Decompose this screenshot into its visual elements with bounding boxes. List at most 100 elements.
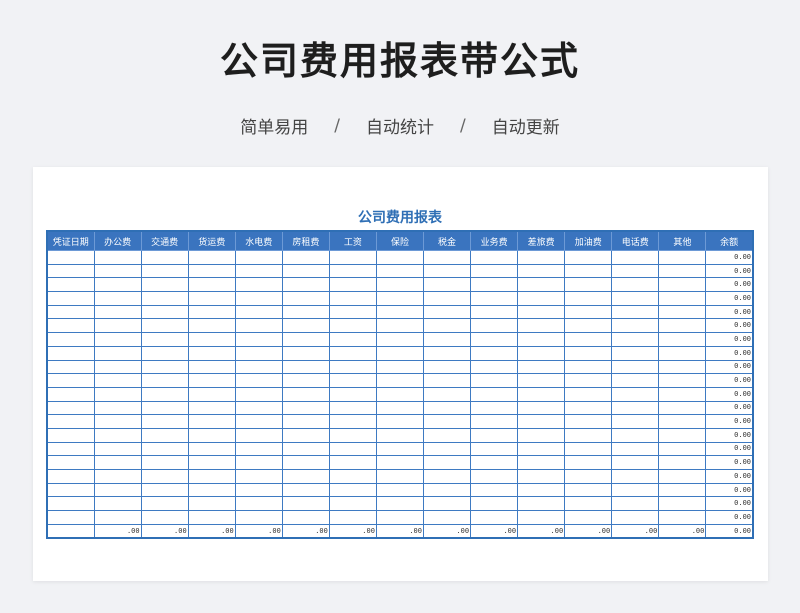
table-cell[interactable] xyxy=(140,291,189,306)
table-cell[interactable] xyxy=(234,345,283,361)
table-cell[interactable] xyxy=(564,510,613,525)
table-cell[interactable] xyxy=(93,373,142,388)
table-cell[interactable] xyxy=(281,469,330,484)
table-cell[interactable] xyxy=(611,318,660,334)
table-cell[interactable] xyxy=(564,455,613,470)
table-cell[interactable] xyxy=(140,427,189,443)
table-cell[interactable] xyxy=(611,250,660,265)
total-balance-cell[interactable]: 0.00 xyxy=(705,523,754,539)
table-cell[interactable] xyxy=(281,427,330,443)
balance-cell[interactable]: 0.00 xyxy=(705,510,754,525)
table-cell[interactable] xyxy=(140,263,189,279)
table-cell[interactable] xyxy=(46,277,95,293)
table-cell[interactable] xyxy=(187,345,236,361)
table-cell[interactable] xyxy=(470,469,519,484)
table-cell[interactable] xyxy=(46,510,95,525)
table-cell[interactable] xyxy=(234,482,283,498)
table-cell[interactable] xyxy=(375,277,425,293)
table-cell[interactable] xyxy=(93,263,142,279)
table-cell[interactable] xyxy=(658,318,707,334)
table-cell[interactable] xyxy=(187,277,236,293)
table-cell[interactable] xyxy=(375,304,425,320)
table-cell[interactable] xyxy=(140,482,189,498)
table-cell[interactable] xyxy=(470,318,519,334)
table-cell[interactable] xyxy=(140,332,189,347)
table-cell[interactable] xyxy=(658,400,707,416)
table-cell[interactable] xyxy=(611,455,660,470)
table-cell[interactable] xyxy=(375,427,425,443)
table-cell[interactable] xyxy=(517,359,566,375)
table-cell[interactable] xyxy=(46,427,95,443)
table-cell[interactable] xyxy=(517,427,566,443)
table-cell[interactable] xyxy=(375,441,425,457)
table-cell[interactable] xyxy=(328,400,377,416)
table-cell[interactable] xyxy=(564,304,613,320)
table-cell[interactable] xyxy=(140,373,189,388)
table-cell[interactable] xyxy=(658,277,707,293)
total-cell[interactable]: .00 xyxy=(517,523,566,539)
table-cell[interactable] xyxy=(93,359,142,375)
table-cell[interactable] xyxy=(234,510,283,525)
table-cell[interactable] xyxy=(234,414,283,429)
table-cell[interactable] xyxy=(422,304,472,320)
table-cell[interactable] xyxy=(328,427,377,443)
table-cell[interactable] xyxy=(46,441,95,457)
table-cell[interactable] xyxy=(470,482,519,498)
table-cell[interactable] xyxy=(470,455,519,470)
table-cell[interactable] xyxy=(281,345,330,361)
table-cell[interactable] xyxy=(328,386,377,402)
table-cell[interactable] xyxy=(517,318,566,334)
table-cell[interactable] xyxy=(140,359,189,375)
table-cell[interactable] xyxy=(234,304,283,320)
table-cell[interactable] xyxy=(375,455,425,470)
table-cell[interactable] xyxy=(658,373,707,388)
table-cell[interactable] xyxy=(422,345,472,361)
total-cell[interactable]: .00 xyxy=(187,523,236,539)
table-cell[interactable] xyxy=(140,469,189,484)
table-cell[interactable] xyxy=(564,469,613,484)
table-cell[interactable] xyxy=(611,359,660,375)
table-cell[interactable] xyxy=(187,291,236,306)
table-cell[interactable] xyxy=(611,469,660,484)
table-cell[interactable] xyxy=(422,496,472,512)
table-cell[interactable] xyxy=(470,304,519,320)
table-cell[interactable] xyxy=(611,277,660,293)
total-cell[interactable]: .00 xyxy=(470,523,519,539)
table-cell[interactable] xyxy=(422,427,472,443)
table-cell[interactable] xyxy=(422,332,472,347)
total-cell[interactable]: .00 xyxy=(422,523,472,539)
table-cell[interactable] xyxy=(46,400,95,416)
total-cell[interactable]: .00 xyxy=(564,523,613,539)
table-cell[interactable] xyxy=(517,291,566,306)
table-cell[interactable] xyxy=(187,469,236,484)
table-cell[interactable] xyxy=(470,496,519,512)
table-cell[interactable] xyxy=(187,250,236,265)
table-cell[interactable] xyxy=(611,400,660,416)
table-cell[interactable] xyxy=(328,277,377,293)
table-cell[interactable] xyxy=(564,427,613,443)
table-cell[interactable] xyxy=(187,400,236,416)
table-cell[interactable] xyxy=(46,482,95,498)
table-cell[interactable] xyxy=(658,345,707,361)
table-cell[interactable] xyxy=(328,373,377,388)
table-cell[interactable] xyxy=(281,277,330,293)
table-cell[interactable] xyxy=(611,263,660,279)
table-cell[interactable] xyxy=(281,441,330,457)
table-cell[interactable] xyxy=(328,482,377,498)
table-cell[interactable] xyxy=(93,250,142,265)
table-cell[interactable] xyxy=(658,291,707,306)
total-cell[interactable]: .00 xyxy=(611,523,660,539)
balance-cell[interactable]: 0.00 xyxy=(705,386,754,402)
table-cell[interactable] xyxy=(234,250,283,265)
table-cell[interactable] xyxy=(564,345,613,361)
table-cell[interactable] xyxy=(658,441,707,457)
table-cell[interactable] xyxy=(46,250,95,265)
table-cell[interactable] xyxy=(281,250,330,265)
table-cell[interactable] xyxy=(234,373,283,388)
table-cell[interactable] xyxy=(658,414,707,429)
table-cell[interactable] xyxy=(517,304,566,320)
table-cell[interactable] xyxy=(328,304,377,320)
table-cell[interactable] xyxy=(234,291,283,306)
table-cell[interactable] xyxy=(564,332,613,347)
table-cell[interactable] xyxy=(422,469,472,484)
